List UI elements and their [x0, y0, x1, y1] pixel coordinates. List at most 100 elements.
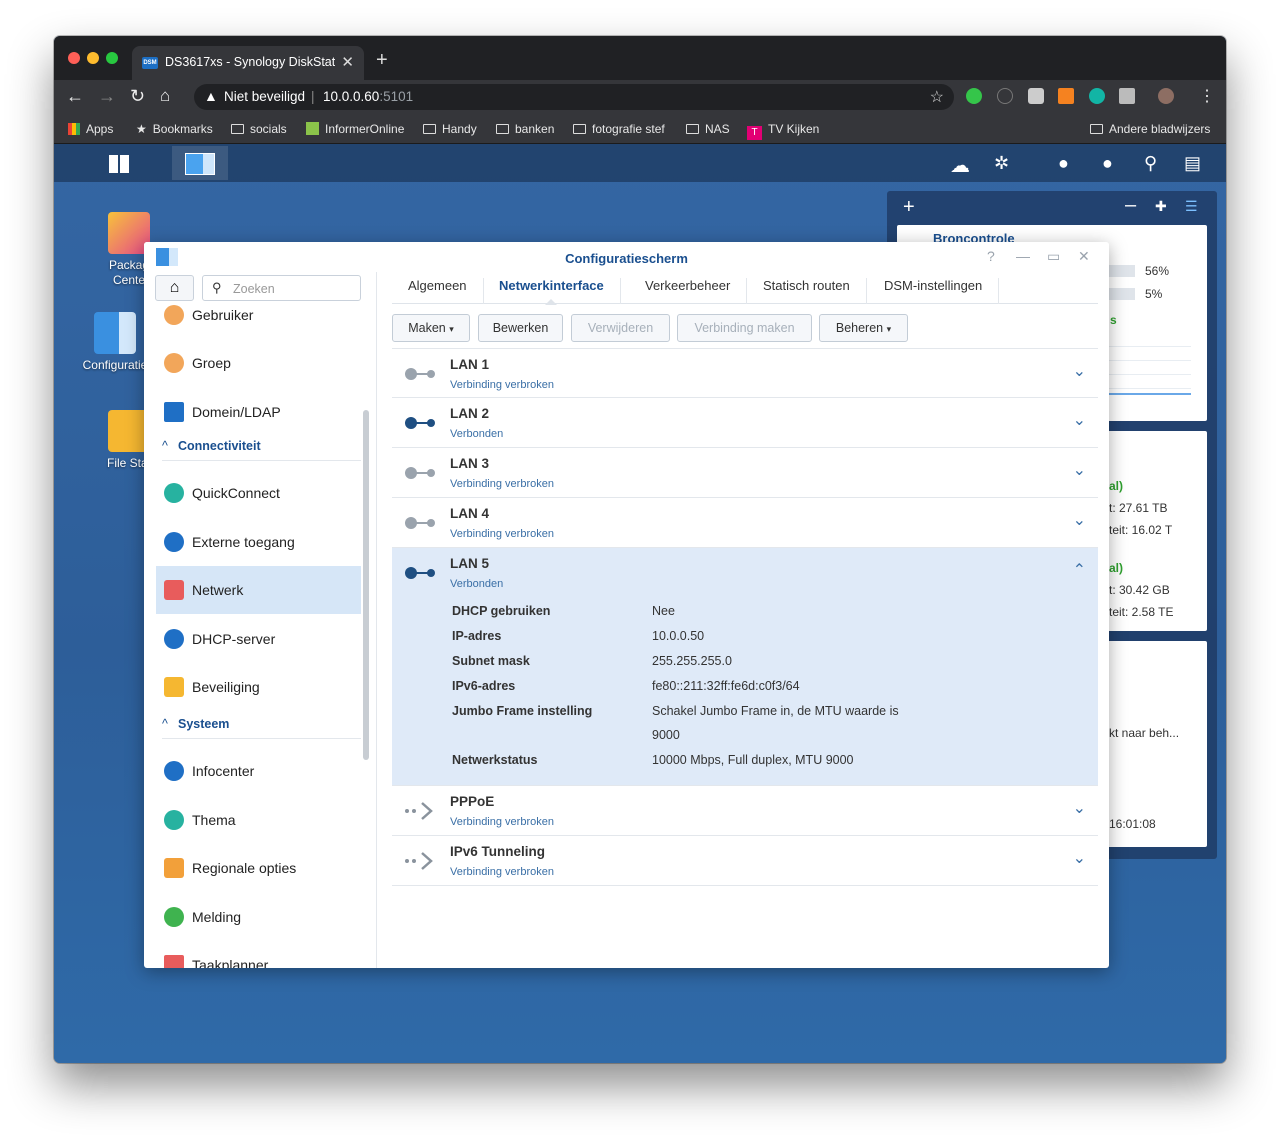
new-tab-button[interactable]: + [376, 49, 388, 72]
chevron-up-icon[interactable]: ⌃ [1073, 560, 1086, 580]
reload-icon[interactable]: ↻ [130, 86, 145, 107]
interface-name: LAN 3 [450, 456, 490, 471]
maximize-window-button[interactable] [106, 52, 118, 64]
bookmark-fotografie[interactable]: fotografie stef [573, 122, 665, 136]
maken-button[interactable]: Maken ▾ [392, 314, 470, 342]
interface-row-lan4[interactable]: LAN 4 Verbinding verbroken ⌄ [392, 498, 1098, 548]
section-systeem[interactable]: ^ Systeem [162, 717, 361, 739]
tab-statisch-routen[interactable]: Statisch routen [747, 278, 867, 304]
bookmark-tvkijken[interactable]: T TV Kijken [747, 122, 819, 140]
minimize-widget-icon[interactable]: – [1125, 194, 1136, 217]
sidebar-item-dhcp-server[interactable]: DHCP-server [156, 615, 361, 663]
section-connectiviteit[interactable]: ^ Connectiviteit [162, 439, 361, 461]
verwijderen-button[interactable]: Verwijderen [571, 314, 670, 342]
extension-cast-icon[interactable] [1119, 88, 1135, 104]
back-icon[interactable]: ← [66, 86, 84, 107]
folder-icon [686, 124, 699, 134]
bookmark-star-icon[interactable]: ☆ [930, 87, 944, 107]
extension-vlc-icon[interactable] [1058, 88, 1074, 104]
chevron-down-icon[interactable]: ⌄ [1073, 798, 1086, 818]
interface-row-lan1[interactable]: LAN 1 Verbinding verbroken ⌄ [392, 348, 1098, 398]
sidebar-item-melding[interactable]: Melding [156, 893, 361, 941]
sidebar-item-domein-ldap[interactable]: Domein/LDAP [156, 388, 361, 436]
bookmark-apps[interactable]: Apps [68, 122, 113, 136]
bookmark-nas[interactable]: NAS [686, 122, 730, 136]
tab-dsm-instellingen[interactable]: DSM-instellingen [868, 278, 1000, 304]
sidebar-item-infocenter[interactable]: Infocenter [156, 747, 361, 795]
add-widget-icon[interactable]: + [903, 196, 915, 219]
taskbar-control-panel-button[interactable] [172, 146, 228, 180]
interface-row-ipv6-tunneling[interactable]: IPv6 Tunneling Verbinding verbroken ⌄ [392, 836, 1098, 886]
tab-algemeen[interactable]: Algemeen [392, 278, 484, 304]
chevron-down-icon[interactable]: ⌄ [1073, 460, 1086, 480]
sidebar-item-taakplanner[interactable]: Taakplanner [156, 941, 361, 968]
system-health-time: 16:01:08 [1109, 817, 1156, 831]
sidebar-item-label: Domein/LDAP [192, 404, 281, 420]
user-icon[interactable]: ● [1102, 153, 1113, 174]
bookmark-handy[interactable]: Handy [423, 122, 477, 136]
address-bar[interactable]: ▲ Niet beveiligd | 10.0.0.60:5101 ☆ [194, 84, 954, 110]
sidebar-item-label: Regionale opties [192, 860, 297, 876]
search-icon[interactable]: ⚲ [1144, 153, 1157, 174]
sidebar-item-thema[interactable]: Thema [156, 796, 361, 844]
window-header: Configuratiescherm ? — ▭ ✕ [144, 242, 1109, 272]
desktop-panel-icon[interactable]: ▤ [1184, 153, 1201, 174]
profile-avatar[interactable] [1158, 88, 1174, 104]
close-window-button[interactable] [68, 52, 80, 64]
sidebar-item-groep[interactable]: Groep [156, 339, 361, 387]
interface-name: PPPoE [450, 794, 495, 809]
main-menu-button[interactable] [90, 146, 146, 180]
collapse-panel-icon[interactable]: ☰ [1185, 198, 1198, 215]
pin-icon[interactable]: ✚ [1155, 198, 1167, 215]
tab-netwerkinterface[interactable]: Netwerkinterface [483, 278, 621, 305]
sidebar-item-beveiliging[interactable]: Beveiliging [156, 663, 361, 711]
other-bookmarks[interactable]: Andere bladwijzers [1090, 122, 1210, 136]
chevron-down-icon[interactable]: ⌄ [1073, 361, 1086, 381]
minimize-window-button[interactable] [87, 52, 99, 64]
browser-tab[interactable]: DSM DS3617xs - Synology DiskStation ✕ [132, 46, 364, 80]
bookmark-informeronline[interactable]: InformerOnline [306, 122, 404, 136]
beheren-button[interactable]: Beheren ▾ [819, 314, 908, 342]
interface-row-lan3[interactable]: LAN 3 Verbinding verbroken ⌄ [392, 448, 1098, 498]
verbinding-maken-button[interactable]: Verbinding maken [677, 314, 812, 342]
close-icon[interactable]: ✕ [1078, 248, 1090, 265]
widgets-icon[interactable]: ✲ [994, 153, 1009, 174]
cloud-sync-icon[interactable]: ☁ [950, 153, 970, 178]
network-house-icon [164, 580, 184, 600]
help-icon[interactable]: ? [987, 248, 995, 264]
chevron-down-icon[interactable]: ⌄ [1073, 848, 1086, 868]
maximize-icon[interactable]: ▭ [1047, 248, 1060, 265]
notifications-icon[interactable]: ● [1058, 153, 1069, 174]
menu-icon[interactable]: ⋮ [1199, 86, 1215, 106]
close-tab-icon[interactable]: ✕ [341, 53, 354, 71]
sidebar-item-gebruiker[interactable]: Gebruiker [156, 291, 361, 339]
chevron-down-icon[interactable]: ⌄ [1073, 510, 1086, 530]
home-icon[interactable]: ⌂ [160, 86, 170, 106]
folder-icon [231, 124, 244, 134]
chevron-down-icon[interactable]: ⌄ [1073, 410, 1086, 430]
widget-toolbar: + – ✚ ☰ [887, 191, 1217, 225]
sidebar-item-quickconnect[interactable]: QuickConnect [156, 469, 361, 517]
sidebar-item-regionale-opties[interactable]: Regionale opties [156, 844, 361, 892]
sidebar-item-netwerk[interactable]: Netwerk [156, 566, 361, 614]
sidebar-scrollbar[interactable] [363, 410, 369, 760]
extension-m-icon[interactable] [1089, 88, 1105, 104]
forward-icon[interactable]: → [98, 86, 116, 107]
interface-row-pppoe[interactable]: PPPoE Verbinding verbroken ⌄ [392, 786, 1098, 836]
main-panel: Algemeen Netwerkinterface Verkeerbeheer … [378, 272, 1109, 968]
extension-info-icon[interactable] [997, 88, 1013, 104]
interface-row-lan5[interactable]: LAN 5 Verbonden ⌃ DHCP gebruiken Nee IP-… [392, 548, 1098, 786]
bookmark-bookmarks[interactable]: ★ Bookmarks [136, 122, 213, 136]
storage-row: al) [1109, 479, 1124, 493]
chevron-up-icon: ^ [162, 717, 168, 731]
interface-row-lan2[interactable]: LAN 2 Verbonden ⌄ [392, 398, 1098, 448]
bookmark-socials[interactable]: socials [231, 122, 287, 136]
minimize-icon[interactable]: — [1016, 248, 1030, 264]
tab-verkeerbeheer[interactable]: Verkeerbeheer [629, 278, 748, 304]
extension-mail-icon[interactable] [1028, 88, 1044, 104]
control-panel-window: Configuratiescherm ? — ▭ ✕ ⌂ ⚲ Zoeken Ge… [144, 242, 1109, 968]
bookmark-banken[interactable]: banken [496, 122, 554, 136]
sidebar-item-externe-toegang[interactable]: Externe toegang [156, 518, 361, 566]
bewerken-button[interactable]: Bewerken [478, 314, 563, 342]
extension-green-icon[interactable] [966, 88, 982, 104]
